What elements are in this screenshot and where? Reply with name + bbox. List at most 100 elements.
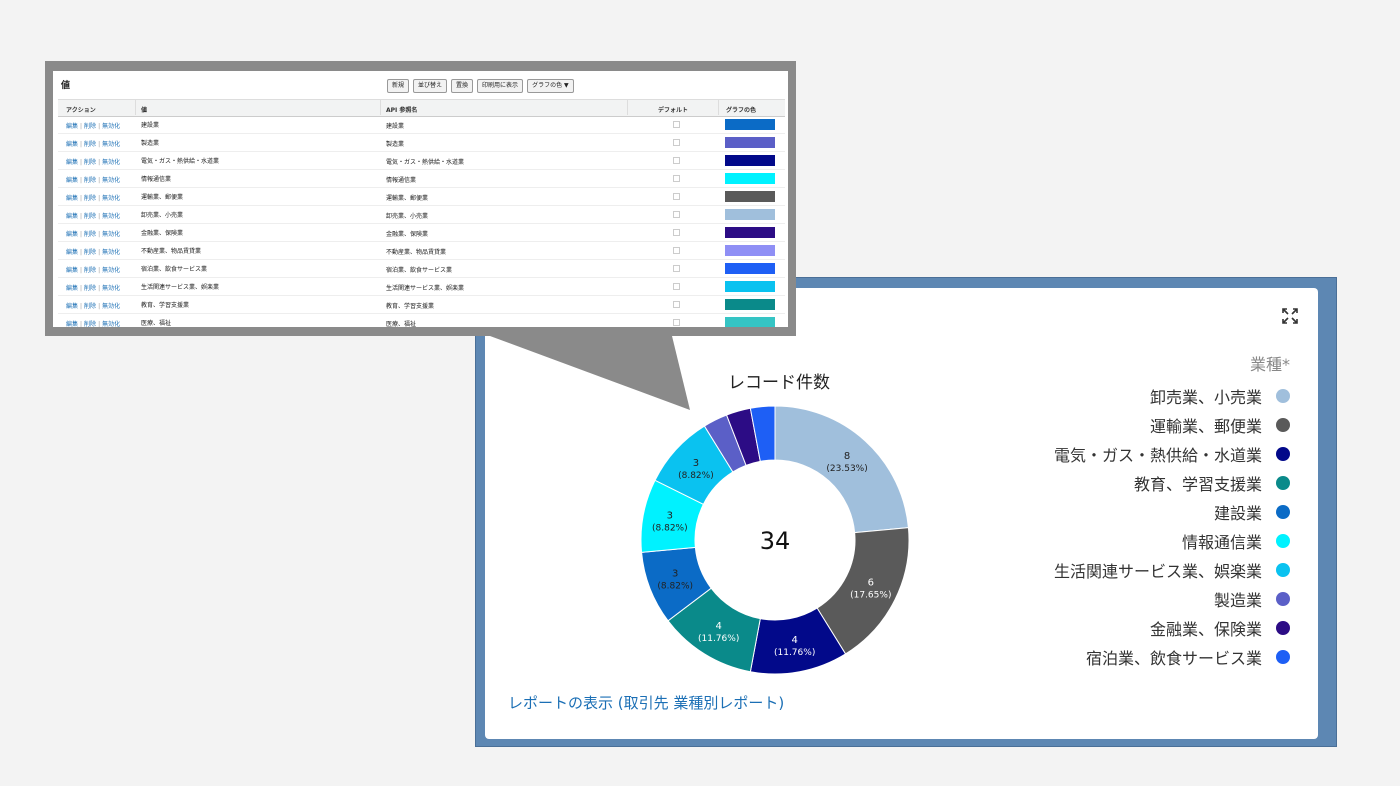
deactivate-link[interactable]: 無効化 — [102, 285, 120, 292]
cell-value: 医療、福祉 — [141, 320, 172, 327]
cell-value: 生活関連サービス業、娯楽業 — [141, 284, 220, 291]
edit-link[interactable]: 編集 — [66, 195, 78, 202]
cell-api-name: 情報通信業 — [386, 177, 417, 184]
graph-color-swatch[interactable] — [725, 173, 775, 184]
cell-api-name: 医療、福祉 — [386, 321, 417, 327]
panel-title: 値 — [61, 81, 71, 91]
header-value: 値 — [141, 107, 148, 114]
delete-link[interactable]: 削除 — [84, 123, 96, 130]
deactivate-link[interactable]: 無効化 — [102, 159, 120, 166]
edit-link[interactable]: 編集 — [66, 303, 78, 310]
default-checkbox[interactable] — [673, 211, 680, 218]
delete-link[interactable]: 削除 — [84, 177, 96, 184]
deactivate-link[interactable]: 無効化 — [102, 267, 120, 274]
header-default: デフォルト — [658, 107, 689, 114]
toolbar: 新規 並び替え 置換 印刷用に表示 グラフの色 ▼ — [387, 79, 574, 93]
delete-link[interactable]: 削除 — [84, 303, 96, 310]
row-actions: 編集 | 削除 | 無効化 — [66, 121, 120, 130]
column-divider — [135, 99, 136, 115]
toolbar-button[interactable]: 新規 — [387, 79, 410, 93]
deactivate-link[interactable]: 無効化 — [102, 303, 120, 310]
row-actions: 編集 | 削除 | 無効化 — [66, 265, 120, 274]
cell-value: 情報通信業 — [141, 176, 172, 183]
edit-link[interactable]: 編集 — [66, 159, 78, 166]
graph-color-swatch[interactable] — [725, 245, 775, 256]
default-checkbox[interactable] — [673, 157, 680, 164]
default-checkbox[interactable] — [673, 247, 680, 254]
separator: | — [80, 267, 83, 274]
edit-link[interactable]: 編集 — [66, 285, 78, 292]
default-checkbox[interactable] — [673, 229, 680, 236]
deactivate-link[interactable]: 無効化 — [102, 195, 120, 202]
separator: | — [80, 123, 83, 130]
separator: | — [98, 321, 101, 327]
table-row: 編集 | 削除 | 無効化 医療、福祉 医療、福祉 — [58, 314, 785, 327]
graph-color-swatch[interactable] — [725, 119, 775, 130]
cell-value: 宿泊業、飲食サービス業 — [141, 266, 208, 273]
deactivate-link[interactable]: 無効化 — [102, 321, 120, 327]
edit-link[interactable]: 編集 — [66, 321, 78, 327]
separator: | — [98, 159, 101, 166]
table-row: 編集 | 削除 | 無効化 情報通信業 情報通信業 — [58, 170, 785, 188]
edit-link[interactable]: 編集 — [66, 249, 78, 256]
graph-color-swatch[interactable] — [725, 263, 775, 274]
default-checkbox[interactable] — [673, 301, 680, 308]
edit-link[interactable]: 編集 — [66, 123, 78, 130]
delete-link[interactable]: 削除 — [84, 249, 96, 256]
graph-color-swatch[interactable] — [725, 299, 775, 310]
row-actions: 編集 | 削除 | 無効化 — [66, 247, 120, 256]
default-checkbox[interactable] — [673, 139, 680, 146]
delete-link[interactable]: 削除 — [84, 231, 96, 238]
deactivate-link[interactable]: 無効化 — [102, 177, 120, 184]
default-checkbox[interactable] — [673, 121, 680, 128]
separator: | — [80, 285, 83, 292]
default-checkbox[interactable] — [673, 193, 680, 200]
edit-link[interactable]: 編集 — [66, 267, 78, 274]
column-divider — [627, 99, 628, 115]
separator: | — [98, 267, 101, 274]
row-actions: 編集 | 削除 | 無効化 — [66, 283, 120, 292]
deactivate-link[interactable]: 無効化 — [102, 123, 120, 130]
delete-link[interactable]: 削除 — [84, 267, 96, 274]
default-checkbox[interactable] — [673, 175, 680, 182]
separator: | — [80, 159, 83, 166]
edit-link[interactable]: 編集 — [66, 213, 78, 220]
table-row: 編集 | 削除 | 無効化 製造業 製造業 — [58, 134, 785, 152]
picklist-rows: 編集 | 削除 | 無効化 建設業 建設業 編集 | 削除 | 無効化 製造業 製造業 編集 | 削除 | 無効化電… — [58, 116, 785, 327]
picklist-panel: 値 新規 並び替え 置換 印刷用に表示 グラフの色 ▼ アクション 値 API 参照名 … — [53, 71, 788, 327]
graph-color-swatch[interactable] — [725, 191, 775, 202]
edit-link[interactable]: 編集 — [66, 177, 78, 184]
default-checkbox[interactable] — [673, 319, 680, 326]
cell-api-name: 不動産業、物品賃貸業 — [386, 249, 447, 256]
delete-link[interactable]: 削除 — [84, 141, 96, 148]
cell-api-name: 生活関連サービス業、娯楽業 — [386, 285, 465, 292]
delete-link[interactable]: 削除 — [84, 213, 96, 220]
edit-link[interactable]: 編集 — [66, 231, 78, 238]
default-checkbox[interactable] — [673, 265, 680, 272]
graph-color-swatch[interactable] — [725, 209, 775, 220]
cell-api-name: 教育、学習支援業 — [386, 303, 435, 310]
toolbar-button[interactable]: 印刷用に表示 — [477, 79, 524, 93]
toolbar-button[interactable]: 並び替え — [413, 79, 448, 93]
delete-link[interactable]: 削除 — [84, 285, 96, 292]
delete-link[interactable]: 削除 — [84, 159, 96, 166]
row-actions: 編集 | 削除 | 無効化 — [66, 139, 120, 148]
graph-color-swatch[interactable] — [725, 317, 775, 327]
default-checkbox[interactable] — [673, 283, 680, 290]
graph-color-swatch[interactable] — [725, 137, 775, 148]
deactivate-link[interactable]: 無効化 — [102, 249, 120, 256]
deactivate-link[interactable]: 無効化 — [102, 213, 120, 220]
graph-color-swatch[interactable] — [725, 155, 775, 166]
edit-link[interactable]: 編集 — [66, 141, 78, 148]
delete-link[interactable]: 削除 — [84, 195, 96, 202]
toolbar-button[interactable]: 置換 — [451, 79, 474, 93]
graph-color-swatch[interactable] — [725, 281, 775, 292]
delete-link[interactable]: 削除 — [84, 321, 96, 327]
table-row: 編集 | 削除 | 無効化 建設業 建設業 — [58, 116, 785, 134]
cell-api-name: 卸売業、小売業 — [386, 213, 429, 220]
graph-color-swatch[interactable] — [725, 227, 775, 238]
deactivate-link[interactable]: 無効化 — [102, 141, 120, 148]
header-action: アクション — [66, 107, 96, 114]
toolbar-button[interactable]: グラフの色 ▼ — [527, 79, 574, 93]
deactivate-link[interactable]: 無効化 — [102, 231, 120, 238]
